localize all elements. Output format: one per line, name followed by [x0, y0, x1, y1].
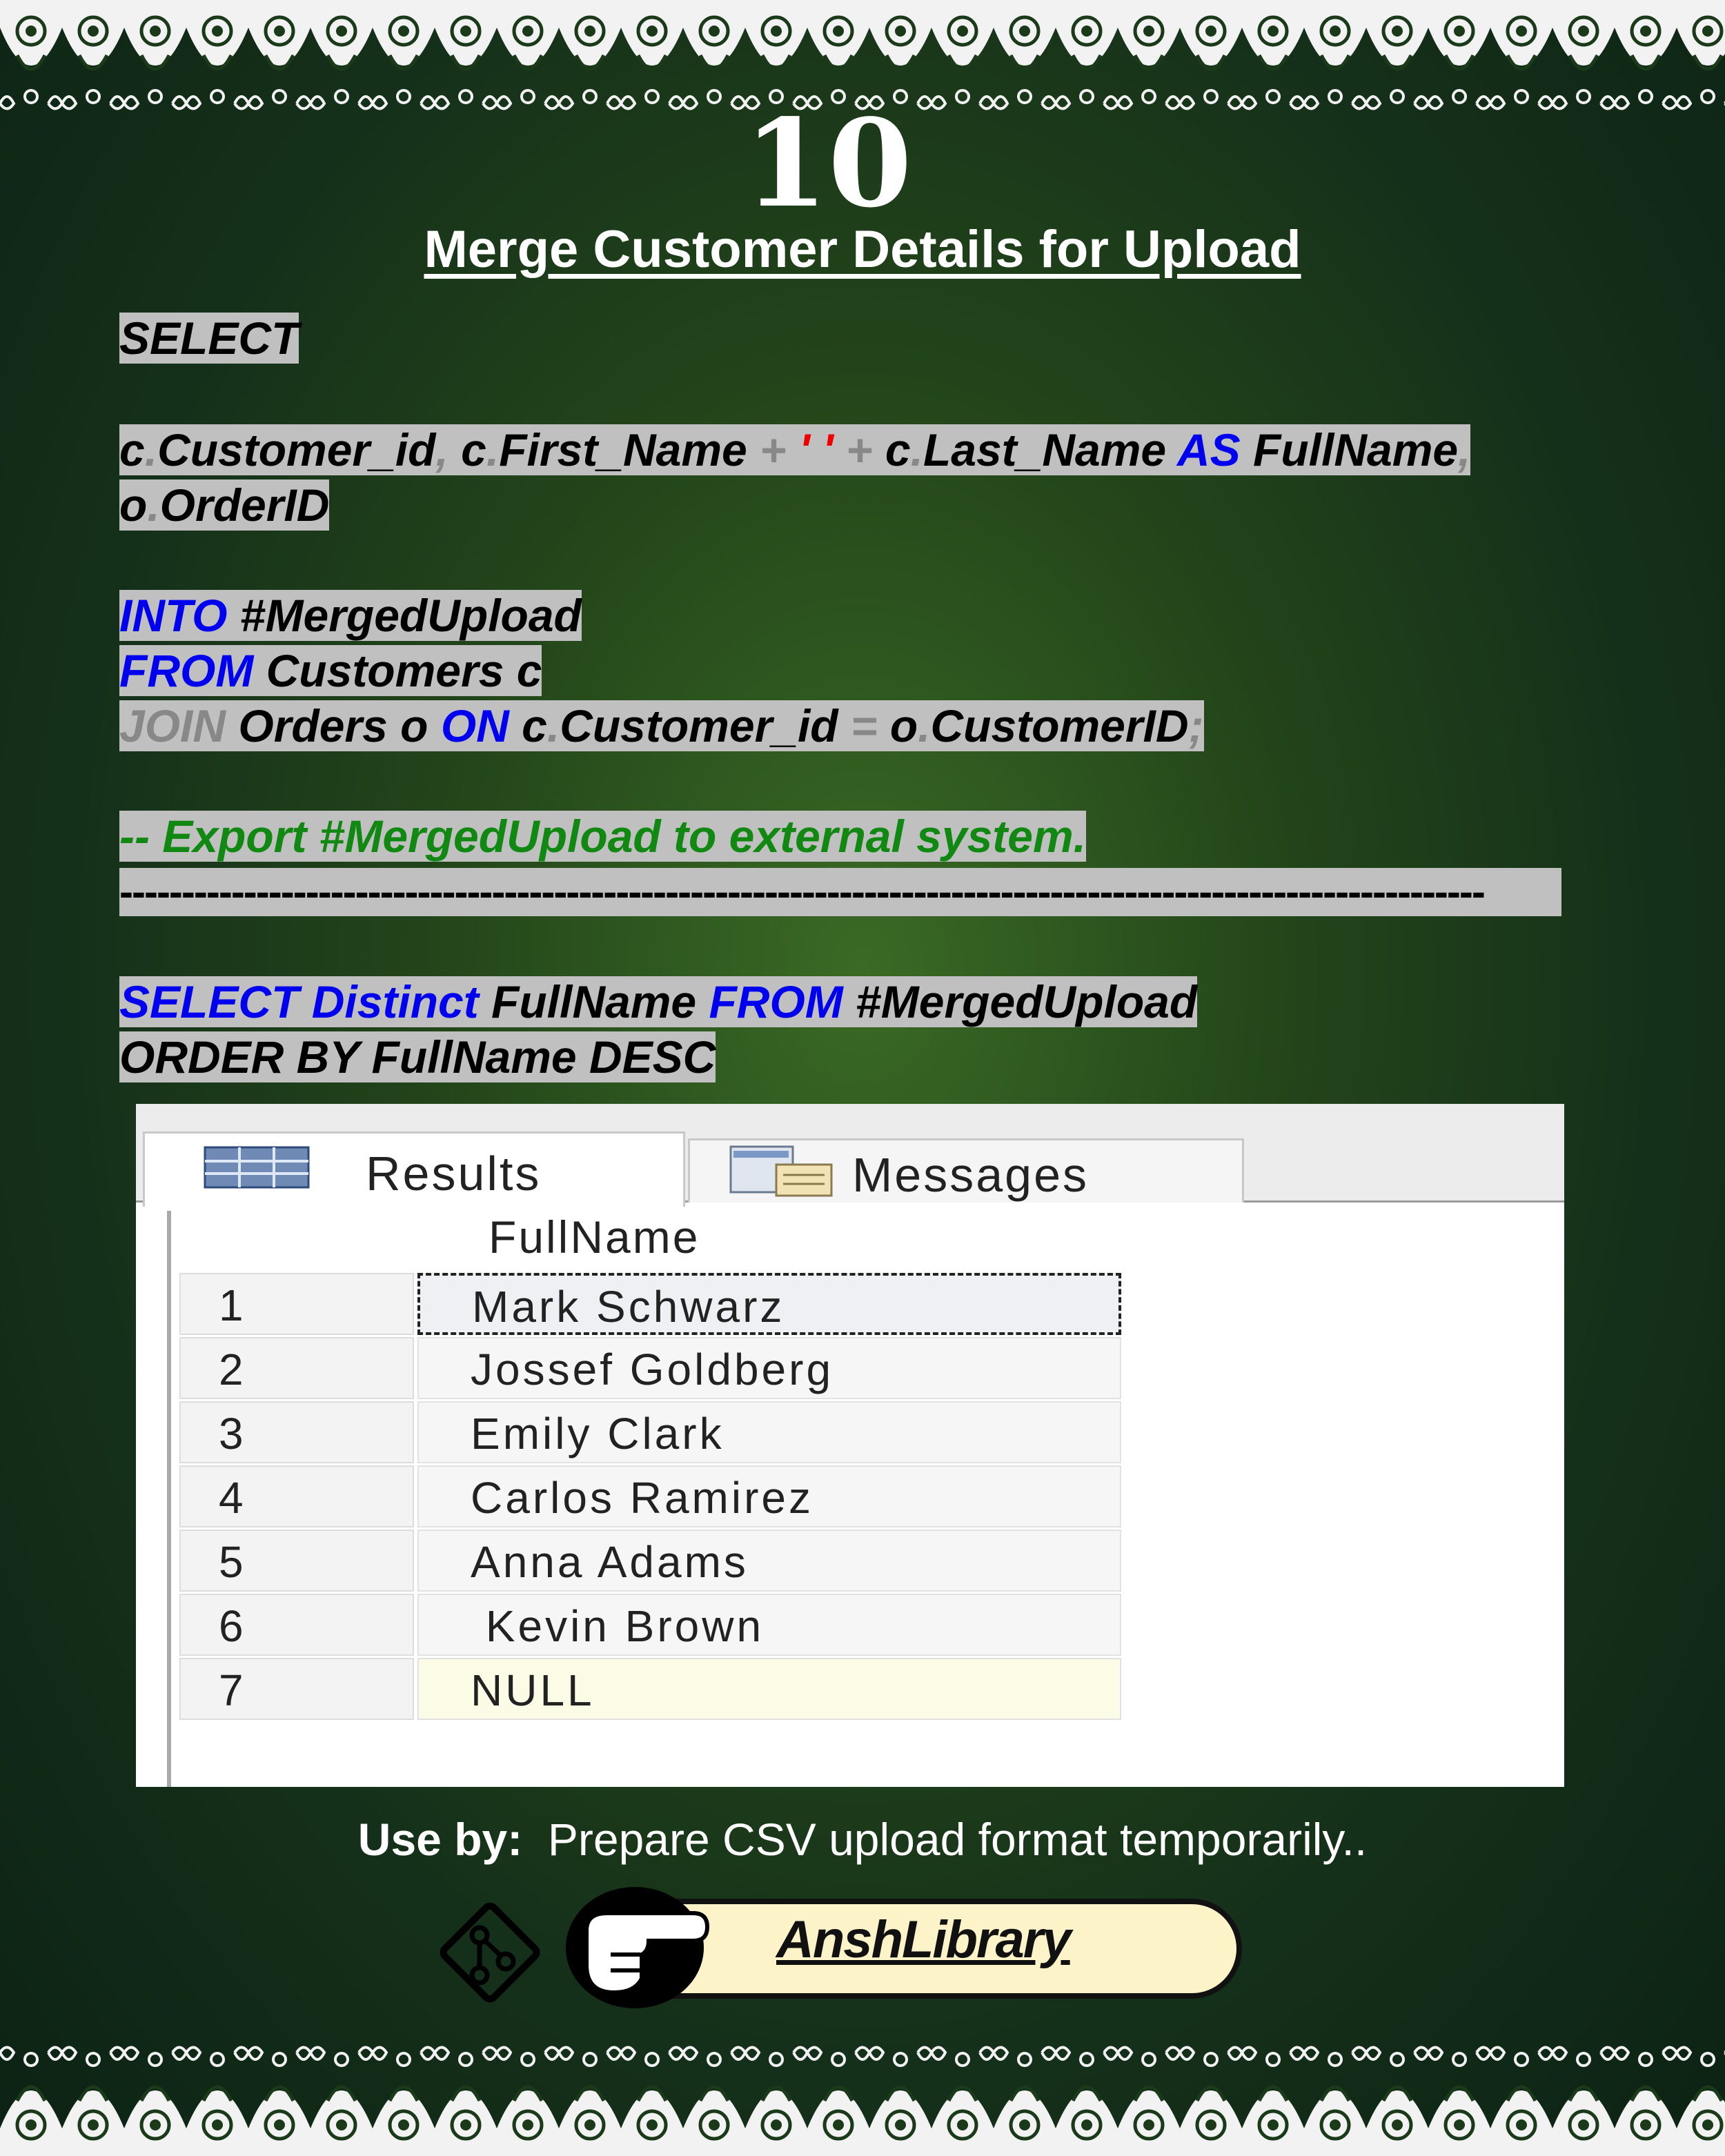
table-row[interactable]: 2 Jossef Goldberg: [179, 1337, 1132, 1399]
code-line-3: o.OrderID: [119, 479, 330, 531]
code-line-1: SELECT: [119, 310, 299, 366]
row-number: 1: [179, 1273, 414, 1335]
tab-messages[interactable]: Messages: [688, 1138, 1244, 1203]
table-row[interactable]: 3 Emily Clark: [179, 1401, 1132, 1463]
row-number: 4: [179, 1465, 414, 1527]
tab-results-label: Results: [366, 1147, 542, 1200]
results-grid: FullName 1 Mark Schwarz 2 Jossef Goldber…: [167, 1211, 1565, 1787]
brand-name-link[interactable]: AnshLibrary: [776, 1910, 1072, 1970]
keyword-select: SELECT: [119, 313, 299, 364]
row-number: 2: [179, 1337, 414, 1399]
tab-messages-label: Messages: [852, 1148, 1090, 1202]
git-branch-icon: [440, 1902, 540, 2003]
table-cell[interactable]: Jossef Goldberg: [417, 1337, 1121, 1399]
pointing-hand-icon: [566, 1887, 710, 2008]
keyword-on: ON: [440, 700, 509, 751]
separator-line: ----------------------------------------…: [119, 868, 1561, 916]
column-header-fullname[interactable]: FullName: [461, 1211, 1151, 1266]
results-panel: Results Messages FullName 1 Mark Schwarz…: [136, 1104, 1564, 1787]
table-cell[interactable]: Emily Clark: [417, 1401, 1121, 1463]
table-cell-null[interactable]: NULL: [417, 1658, 1121, 1720]
messages-icon: [729, 1145, 833, 1197]
keyword-as: AS: [1177, 424, 1241, 475]
keyword-join: JOIN: [119, 700, 226, 751]
page-title: Merge Customer Details for Upload: [424, 220, 1301, 279]
code-line-2: c.Customer_id, c.First_Name + ' ' + c.La…: [119, 424, 1471, 475]
keyword-from: FROM: [119, 645, 254, 696]
code-line-4: INTO #MergedUpload: [119, 590, 582, 641]
use-by-label: Use by:: [357, 1814, 523, 1865]
code-line-7: SELECT Distinct FullName FROM #MergedUpl…: [119, 976, 1198, 1027]
row-number: 5: [179, 1530, 414, 1592]
row-number: 3: [179, 1401, 414, 1463]
table-row[interactable]: 6 Kevin Brown: [179, 1594, 1132, 1656]
table-row[interactable]: 5 Anna Adams: [179, 1530, 1132, 1592]
use-by-text: Prepare CSV upload format temporarily..: [522, 1814, 1368, 1865]
table-row[interactable]: 1 Mark Schwarz: [179, 1273, 1132, 1335]
code-line-6: JOIN Orders o ON c.Customer_id = o.Custo…: [119, 700, 1204, 751]
keyword-from-2: FROM: [709, 976, 843, 1027]
row-number: 7: [179, 1658, 414, 1720]
keyword-distinct: Distinct: [299, 976, 479, 1027]
row-number: 6: [179, 1594, 414, 1656]
table-row[interactable]: 7 NULL: [179, 1658, 1132, 1720]
table-row[interactable]: 4 Carlos Ramirez: [179, 1465, 1132, 1527]
tab-results[interactable]: Results: [143, 1131, 685, 1207]
keyword-into: INTO: [119, 590, 228, 641]
code-line-8: ORDER BY FullName DESC: [119, 1031, 716, 1082]
code-comment: -- Export #MergedUpload to external syst…: [119, 811, 1086, 862]
keyword-select-2: SELECT: [119, 976, 299, 1027]
table-cell[interactable]: Mark Schwarz: [417, 1273, 1121, 1335]
table-cell[interactable]: Carlos Ramirez: [417, 1465, 1121, 1527]
grid-icon: [204, 1146, 310, 1189]
results-tab-bar: Results Messages: [136, 1104, 1564, 1207]
table-cell[interactable]: Anna Adams: [417, 1530, 1121, 1592]
table-cell[interactable]: Kevin Brown: [417, 1594, 1121, 1656]
tip-number: 10: [744, 93, 912, 235]
bottom-ornament-border: [0, 2039, 1725, 2156]
code-line-5: FROM Customers c: [119, 645, 542, 696]
use-by-line: Use by: Prepare CSV upload format tempor…: [0, 1813, 1725, 1866]
